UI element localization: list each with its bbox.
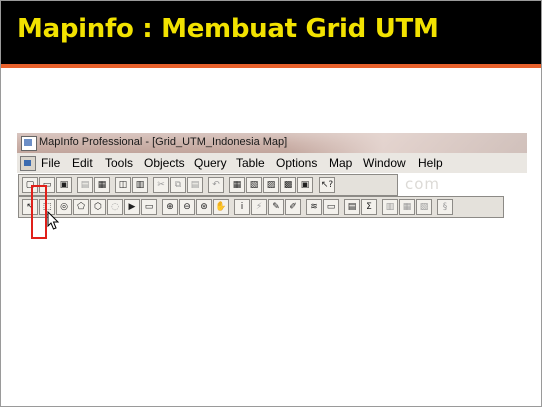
zoom-out-icon[interactable]: ⊖	[179, 199, 195, 215]
invert-selection-icon[interactable]: ▶	[124, 199, 140, 215]
undo-icon[interactable]: ↶	[208, 177, 224, 193]
legend-icon[interactable]: ▤	[344, 199, 360, 215]
new-mapper-icon[interactable]: ▧	[246, 177, 262, 193]
grabber-hand-icon[interactable]: ✋	[213, 199, 229, 215]
statistics-icon[interactable]: Σ	[361, 199, 377, 215]
paste-icon[interactable]: ▤	[187, 177, 203, 193]
ruler-icon[interactable]: ▭	[323, 199, 339, 215]
open-workspace-icon[interactable]: ▣	[56, 177, 72, 193]
info-tool-icon[interactable]: i	[234, 199, 250, 215]
new-redistrict-icon[interactable]: ▣	[297, 177, 313, 193]
menu-edit[interactable]: Edit	[72, 156, 93, 170]
mouse-pointer-icon	[47, 211, 60, 230]
drag-window-icon[interactable]: ✐	[285, 199, 301, 215]
new-browser-icon[interactable]: ▦	[229, 177, 245, 193]
print-icon[interactable]: ▥	[132, 177, 148, 193]
menu-file[interactable]: File	[41, 156, 60, 170]
layer-control-icon[interactable]: ≋	[306, 199, 322, 215]
show-stats-icon[interactable]: §	[437, 199, 453, 215]
clip-region-icon[interactable]: ▦	[399, 199, 415, 215]
menu-map[interactable]: Map	[329, 156, 352, 170]
menu-tools[interactable]: Tools	[105, 156, 133, 170]
accent-divider	[1, 64, 541, 68]
open-dbms-icon[interactable]: ◫	[115, 177, 131, 193]
standard-toolbar: ▢ ▭ ▣ ▤ ▦ ◫ ▥ ✂ ⧉ ▤ ↶ ▦ ▧ ▨ ▩ ▣ ↖?	[18, 174, 398, 196]
copy-icon[interactable]: ⧉	[170, 177, 186, 193]
label-tool-icon[interactable]: ✎	[268, 199, 284, 215]
change-view-icon[interactable]: ⊛	[196, 199, 212, 215]
main-toolbar: ↖ ⬚ ◎ ⬠ ⬡ ◌ ▶ ▭ ⊕ ⊖ ⊛ ✋ i ⚡ ✎ ✐ ≋ ▭ ▤ Σ ▥ ▦ ▧ §	[18, 196, 504, 218]
unselect-all-icon[interactable]: ◌	[107, 199, 123, 215]
highlight-box	[31, 185, 47, 239]
cut-icon[interactable]: ✂	[153, 177, 169, 193]
mapinfo-window: MapInfo Professional - [Grid_UTM_Indones…	[17, 133, 527, 221]
watermark-text: com	[405, 175, 441, 193]
menu-bar: File Edit Tools Objects Query Table Opti…	[17, 153, 527, 173]
menu-table[interactable]: Table	[236, 156, 265, 170]
menu-options[interactable]: Options	[276, 156, 317, 170]
slide-title: Mapinfo : Membuat Grid UTM	[17, 14, 439, 44]
save-window-icon[interactable]: ▦	[94, 177, 110, 193]
polygon-select-icon[interactable]: ⬠	[73, 199, 89, 215]
document-menu-icon[interactable]	[20, 156, 36, 171]
help-cursor-icon[interactable]: ↖?	[319, 177, 335, 193]
window-title: MapInfo Professional - [Grid_UTM_Indones…	[39, 136, 288, 148]
boundary-select-icon[interactable]: ⬡	[90, 199, 106, 215]
new-layout-icon[interactable]: ▩	[280, 177, 296, 193]
menu-help[interactable]: Help	[418, 156, 443, 170]
new-grapher-icon[interactable]: ▨	[263, 177, 279, 193]
show-legend-icon[interactable]: ▧	[416, 199, 432, 215]
zoom-in-icon[interactable]: ⊕	[162, 199, 178, 215]
mapinfo-app-icon	[21, 136, 37, 151]
save-table-icon[interactable]: ▤	[77, 177, 93, 193]
menu-query[interactable]: Query	[194, 156, 227, 170]
menu-objects[interactable]: Objects	[144, 156, 185, 170]
graph-select-icon[interactable]: ▭	[141, 199, 157, 215]
slide-title-bar: Mapinfo : Membuat Grid UTM	[1, 1, 541, 64]
menu-window[interactable]: Window	[363, 156, 406, 170]
window-titlebar: MapInfo Professional - [Grid_UTM_Indones…	[17, 133, 527, 153]
hotlink-icon[interactable]: ⚡	[251, 199, 267, 215]
set-target-icon[interactable]: ▥	[382, 199, 398, 215]
